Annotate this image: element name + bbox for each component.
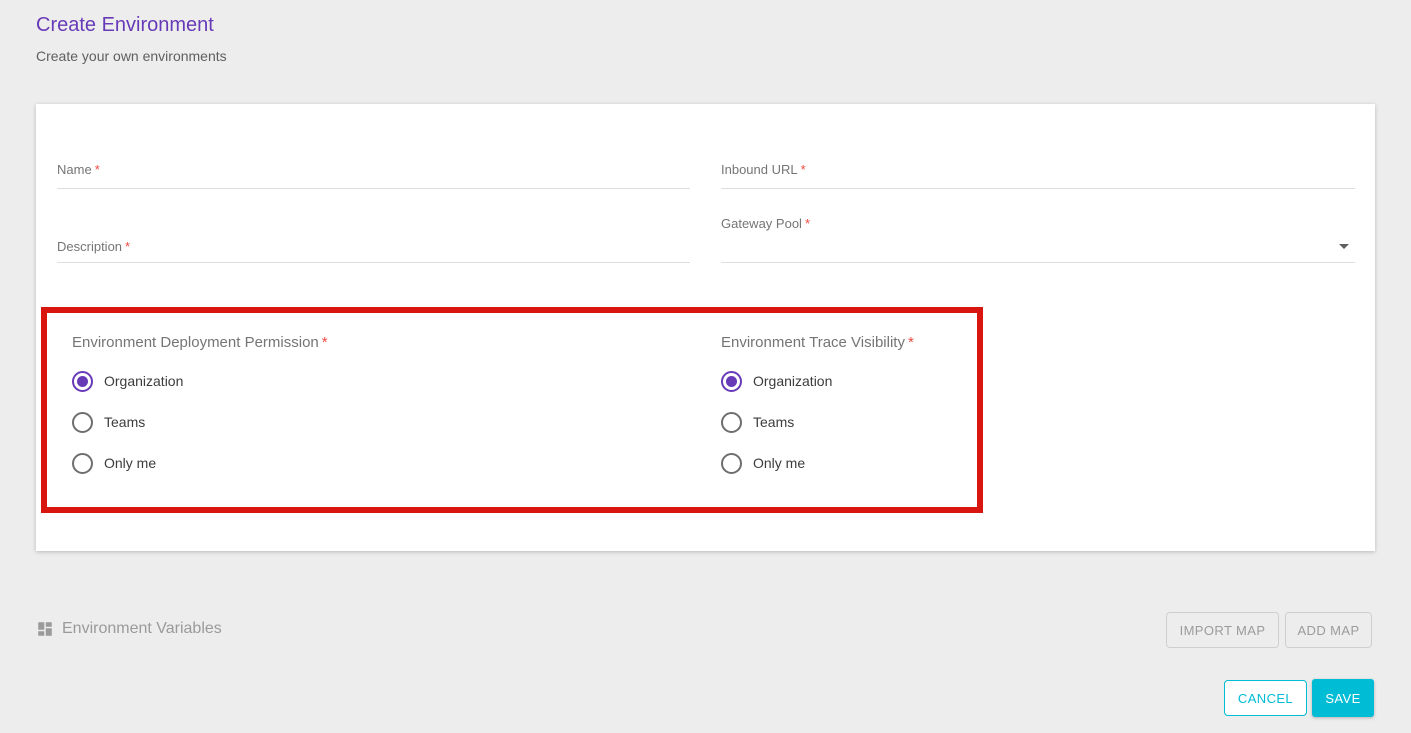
radio-option-label: Organization xyxy=(753,373,832,389)
dropdown-arrow-icon[interactable] xyxy=(1339,244,1349,249)
radio-option-label: Teams xyxy=(104,414,145,430)
dashboard-icon xyxy=(36,620,54,638)
page-subtitle: Create your own environments xyxy=(36,48,227,64)
save-button[interactable]: SAVE xyxy=(1312,679,1374,717)
required-asterisk: * xyxy=(95,162,100,177)
gateway-pool-select-label: Gateway Pool* xyxy=(721,216,810,231)
radio-unselected-icon[interactable] xyxy=(72,412,93,433)
page-title: Create Environment xyxy=(36,14,214,37)
cancel-button[interactable]: CANCEL xyxy=(1224,680,1307,716)
radio-option-only-me[interactable]: Only me xyxy=(721,452,1141,474)
required-asterisk: * xyxy=(801,162,806,177)
import-map-button[interactable]: IMPORT MAP xyxy=(1166,612,1279,648)
radio-option-organization[interactable]: Organization xyxy=(721,370,1141,392)
trace-visibility-radio-group: Environment Trace Visibility* Organizati… xyxy=(721,334,1141,474)
radio-selected-icon[interactable] xyxy=(721,371,742,392)
name-field-underline xyxy=(57,188,690,189)
required-asterisk: * xyxy=(322,334,328,351)
gateway-pool-select[interactable]: Gateway Pool* xyxy=(721,215,1355,263)
radio-option-teams[interactable]: Teams xyxy=(72,411,492,433)
name-field-label: Name* xyxy=(57,162,100,177)
deployment-permission-radio-group: Environment Deployment Permission* Organ… xyxy=(72,334,492,474)
trace-visibility-group-label: Environment Trace Visibility* xyxy=(721,334,1141,351)
radio-option-teams[interactable]: Teams xyxy=(721,411,1141,433)
required-asterisk: * xyxy=(805,216,810,231)
inbound-url-field-underline xyxy=(721,188,1355,189)
required-asterisk: * xyxy=(125,239,130,254)
description-field-label: Description* xyxy=(57,239,130,254)
radio-option-organization[interactable]: Organization xyxy=(72,370,492,392)
radio-unselected-icon[interactable] xyxy=(721,412,742,433)
radio-option-label: Organization xyxy=(104,373,183,389)
radio-unselected-icon[interactable] xyxy=(721,453,742,474)
radio-selected-icon[interactable] xyxy=(72,371,93,392)
add-map-button[interactable]: ADD MAP xyxy=(1285,612,1372,648)
radio-option-label: Only me xyxy=(104,455,156,471)
environment-form-card: Name* Inbound URL* Description* Gateway … xyxy=(36,104,1375,551)
description-field-underline xyxy=(57,262,690,263)
inbound-url-field[interactable]: Inbound URL* xyxy=(721,161,1355,189)
required-asterisk: * xyxy=(908,334,914,351)
radio-unselected-icon[interactable] xyxy=(72,453,93,474)
deployment-permission-group-label: Environment Deployment Permission* xyxy=(72,334,492,351)
name-field[interactable]: Name* xyxy=(57,161,690,189)
inbound-url-field-label: Inbound URL* xyxy=(721,162,806,177)
radio-option-only-me[interactable]: Only me xyxy=(72,452,492,474)
radio-option-label: Only me xyxy=(753,455,805,471)
gateway-pool-select-underline xyxy=(721,262,1355,263)
environment-variables-section-header: Environment Variables xyxy=(36,620,222,638)
radio-option-label: Teams xyxy=(753,414,794,430)
description-field[interactable]: Description* xyxy=(57,238,690,263)
environment-variables-title: Environment Variables xyxy=(62,620,222,638)
